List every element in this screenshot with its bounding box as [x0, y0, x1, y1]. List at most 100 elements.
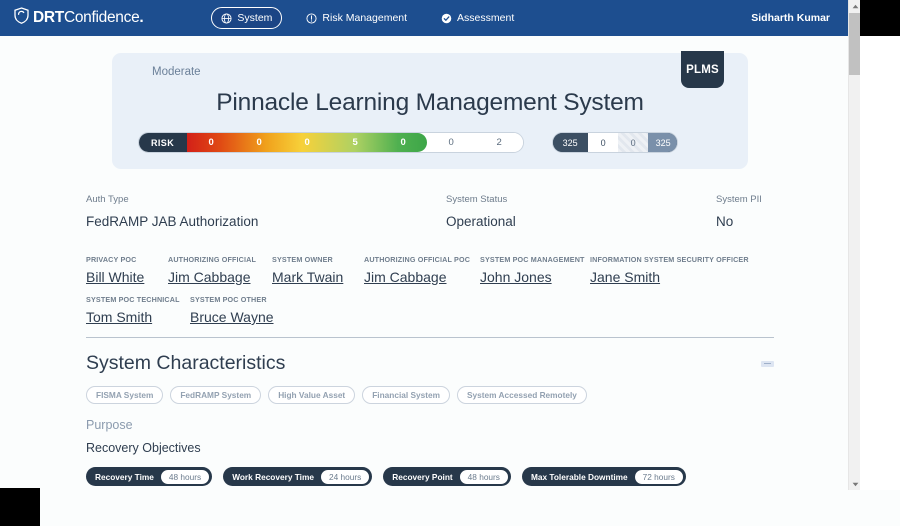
occlusion-block-top-right [860, 0, 900, 36]
field-auth-type-value: FedRAMP JAB Authorization [86, 214, 259, 229]
field-system-pii-value: No [716, 214, 734, 229]
detail-content: Auth Type FedRAMP JAB Authorization Syst… [0, 194, 860, 486]
user-name[interactable]: Sidharth Kumar [751, 12, 846, 24]
risk-cell-high: 0 [256, 137, 262, 148]
scroll-up-arrow-icon[interactable] [849, 0, 860, 12]
poc-system-other-label: SYSTEM POC OTHER [190, 295, 267, 304]
poc-privacy-name[interactable]: Bill White [86, 269, 168, 285]
field-system-status-label: System Status [446, 194, 508, 205]
work-recovery-time-name: Work Recovery Time [232, 471, 314, 482]
check-circle-icon [441, 13, 452, 24]
field-system-status: System Status Operational [446, 194, 716, 229]
poc-system-other-name[interactable]: Bruce Wayne [190, 309, 274, 325]
score-segment-c: 325 [648, 133, 678, 152]
recovery-time-name: Recovery Time [95, 471, 154, 482]
vertical-scrollbar[interactable] [848, 0, 860, 490]
chip-fedramp-system[interactable]: FedRAMP System [170, 386, 262, 404]
recovery-time-value: 48 hours [159, 468, 211, 485]
globe-icon [221, 12, 232, 24]
nav-item-risk-management-label: Risk Management [322, 12, 408, 24]
poc-system-owner: SYSTEM OWNER Mark Twain [272, 255, 364, 285]
poc-system-owner-name[interactable]: Mark Twain [272, 269, 364, 285]
chip-system-accessed-remotely[interactable]: System Accessed Remotely [457, 386, 587, 404]
recovery-point-chip[interactable]: Recovery Point 48 hours [383, 467, 511, 486]
score-segment-b: 0 [618, 133, 649, 152]
gauge-row: RISK 0 0 0 5 0 0 2 325 0 0 325 [134, 132, 726, 153]
nav-item-system[interactable]: System [211, 7, 283, 29]
field-system-pii-label: System PII [716, 194, 762, 205]
poc-system-owner-label: SYSTEM OWNER [272, 255, 333, 264]
max-tolerable-downtime-chip[interactable]: Max Tolerable Downtime 72 hours [521, 467, 686, 486]
poc-system-other: SYSTEM POC OTHER Bruce Wayne [190, 295, 274, 325]
score-gauge[interactable]: 325 0 0 325 [552, 132, 679, 153]
hero-card-wrapper: PLMS Moderate Pinnacle Learning Manageme… [0, 36, 860, 169]
risk-gauge-plain: 0 2 [427, 133, 524, 152]
score-segment-a: 0 [588, 133, 619, 152]
field-system-pii: System PII No [716, 194, 774, 229]
nav-item-risk-management[interactable]: Risk Management [296, 7, 417, 29]
work-recovery-time-chip[interactable]: Work Recovery Time 24 hours [223, 467, 373, 486]
scroll-down-arrow-icon[interactable] [849, 478, 860, 490]
page-bottom-margin [0, 490, 900, 526]
poc-privacy-label: PRIVACY POC [86, 255, 137, 264]
poc-section: PRIVACY POC Bill White AUTHORIZING OFFIC… [86, 255, 774, 338]
recovery-objectives-label: Recovery Objectives [86, 441, 201, 455]
page-right-margin [860, 36, 900, 526]
poc-system-technical-name[interactable]: Tom Smith [86, 309, 190, 325]
system-acronym-badge: PLMS [681, 51, 724, 88]
poc-system-technical: SYSTEM POC TECHNICAL Tom Smith [86, 295, 190, 325]
chip-fisma-system[interactable]: FISMA System [86, 386, 164, 404]
poc-system-management-label: SYSTEM POC MANAGEMENT [480, 255, 585, 264]
screen: DRT Confidence. System Risk Management A… [0, 0, 900, 526]
poc-privacy: PRIVACY POC Bill White [86, 255, 168, 285]
poc-system-management-name[interactable]: John Jones [480, 269, 590, 285]
poc-system-management: SYSTEM POC MANAGEMENT John Jones [480, 255, 590, 285]
purpose-label: Purpose [86, 418, 133, 432]
poc-authorizing-official-poc-name[interactable]: Jim Cabbage [364, 269, 480, 285]
field-auth-type-label: Auth Type [86, 194, 129, 205]
recovery-point-name: Recovery Point [392, 471, 453, 482]
brand-text: DRT Confidence. [33, 9, 144, 27]
recovery-objective-chips: Recovery Time 48 hours Work Recovery Tim… [86, 467, 774, 486]
poc-row: PRIVACY POC Bill White AUTHORIZING OFFIC… [86, 255, 774, 285]
occlusion-block-bottom-left [0, 488, 40, 526]
recovery-time-chip[interactable]: Recovery Time 48 hours [86, 467, 213, 486]
poc-isso: INFORMATION SYSTEM SECURITY OFFICER Jane… [590, 255, 749, 285]
nav-item-system-label: System [237, 12, 273, 24]
top-navigation-bar: DRT Confidence. System Risk Management A… [0, 0, 860, 36]
risk-cell-plain-2: 2 [496, 137, 502, 148]
page-body: PLMS Moderate Pinnacle Learning Manageme… [0, 36, 860, 490]
system-title: Pinnacle Learning Management System [216, 89, 644, 116]
poc-authorizing-official: AUTHORIZING OFFICIAL Jim Cabbage [168, 255, 272, 285]
section-divider [86, 337, 774, 338]
scrollbar-thumb[interactable] [849, 13, 860, 75]
risk-gauge-gradient: 0 0 0 5 0 [187, 133, 428, 152]
system-info-grid: Auth Type FedRAMP JAB Authorization Syst… [86, 194, 774, 229]
collapse-section-button[interactable] [761, 360, 774, 367]
poc-row: SYSTEM POC TECHNICAL Tom Smith SYSTEM PO… [86, 295, 774, 325]
risk-gauge[interactable]: RISK 0 0 0 5 0 0 2 [138, 132, 525, 153]
poc-authorizing-official-label: AUTHORIZING OFFICIAL [168, 255, 257, 264]
browser-viewport: DRT Confidence. System Risk Management A… [0, 0, 860, 490]
chip-high-value-asset[interactable]: High Value Asset [268, 386, 356, 404]
risk-cell-low: 5 [352, 137, 358, 148]
risk-cell-very-low: 0 [400, 137, 406, 148]
system-characteristics-header: System Characteristics [86, 352, 774, 375]
recovery-point-value: 48 hours [458, 468, 509, 485]
app-logo[interactable]: DRT Confidence. [14, 7, 144, 29]
system-hero-card: PLMS Moderate Pinnacle Learning Manageme… [112, 51, 748, 169]
risk-cell-moderate: 0 [304, 137, 310, 148]
nav-items: System Risk Management Assessment [211, 7, 524, 29]
shield-icon [14, 7, 29, 29]
poc-authorizing-official-name[interactable]: Jim Cabbage [168, 269, 272, 285]
nav-item-assessment-label: Assessment [457, 12, 515, 24]
field-system-status-value: Operational [446, 214, 516, 229]
nav-item-assessment[interactable]: Assessment [431, 7, 524, 29]
impact-level-label: Moderate [152, 66, 201, 78]
poc-authorizing-official-poc-label: AUTHORIZING OFFICIAL POC [364, 255, 471, 264]
characteristic-chips: FISMA System FedRAMP System High Value A… [86, 386, 774, 404]
brand-drt: DRT [33, 9, 64, 26]
score-total: 325 [553, 133, 589, 152]
poc-isso-name[interactable]: Jane Smith [590, 269, 749, 285]
chip-financial-system[interactable]: Financial System [362, 386, 450, 404]
